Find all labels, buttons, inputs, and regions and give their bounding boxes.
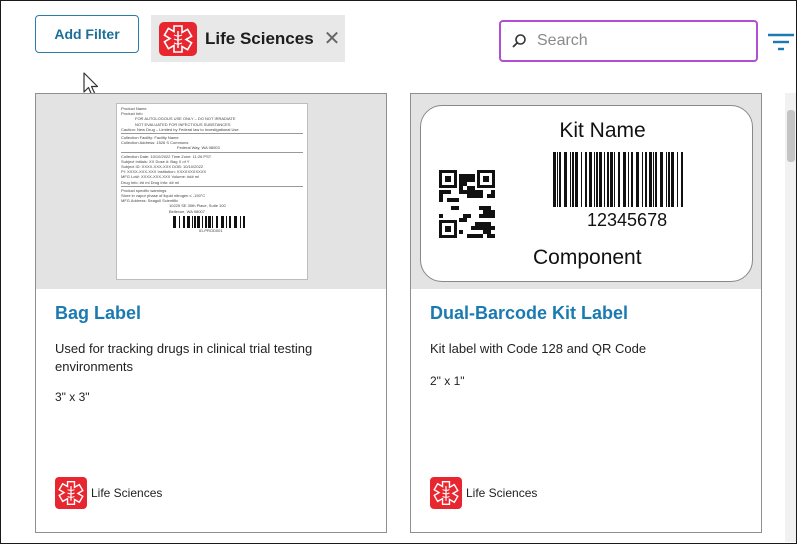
category-label: Life Sciences [91,486,163,500]
barcode-image [553,152,683,207]
card-description: Used for tracking drugs in clinical tria… [55,341,313,374]
kit-label-preview: Kit Name 12345678 Component [420,105,753,282]
search-input[interactable] [535,31,739,51]
search-icon [512,34,526,48]
kit-name-text: Kit Name [559,119,646,142]
search-box[interactable] [499,20,758,62]
close-icon[interactable]: ✕ [324,29,341,49]
scrollbar-thumb[interactable] [787,110,795,162]
card-size: 2" x 1" [430,374,465,388]
life-sciences-icon [430,477,462,509]
preview-line: ID-PROD001 [199,227,223,233]
bag-label-preview: Product Name Product Info FOR AUTOLOGOUS… [116,103,308,280]
card-size: 3" x 3" [55,390,90,404]
card-title[interactable]: Bag Label [55,303,141,324]
card-description: Kit label with Code 128 and QR Code [430,341,647,356]
card-thumbnail: Kit Name 12345678 Component [411,94,761,289]
barcode-image [173,215,245,228]
card-thumbnail: Product Name Product Info FOR AUTOLOGOUS… [36,94,386,289]
active-filter-label: Life Sciences [205,28,314,48]
life-sciences-icon [55,477,87,509]
card-category: Life Sciences [430,477,537,509]
card-title[interactable]: Dual-Barcode Kit Label [430,303,628,324]
preview-line: Bellevue, WA 98007 [169,208,205,214]
kit-component-text: Component [533,246,642,269]
add-filter-button[interactable]: Add Filter [35,15,139,53]
preview-line: Drug Info: ## ml Drug Info: ## ml [121,179,180,185]
kit-number-text: 12345678 [587,210,668,230]
template-card-dual-barcode-kit-label[interactable]: Kit Name 12345678 Component Dual-Barcode… [410,93,762,533]
filter-lines-icon[interactable] [767,32,795,52]
preview-line: Federal Way, WA 98003 [177,145,220,151]
life-sciences-icon [159,21,197,56]
qr-code-image [439,170,495,238]
template-card-bag-label[interactable]: Product Name Product Info FOR AUTOLOGOUS… [35,93,387,533]
active-filter-chip[interactable]: Life Sciences ✕ [151,15,345,62]
card-category: Life Sciences [55,477,162,509]
category-label: Life Sciences [466,486,538,500]
preview-line: Caution: New Drug – Limited by Federal l… [121,126,239,132]
